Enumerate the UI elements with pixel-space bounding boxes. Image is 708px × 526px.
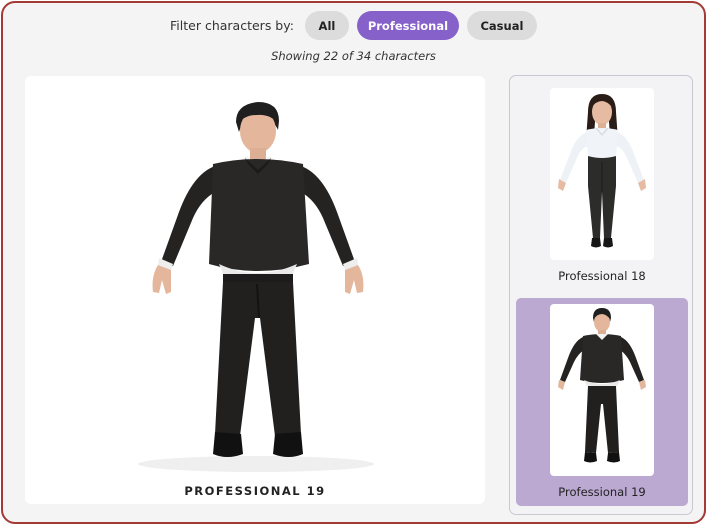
filter-label: Filter characters by:: [170, 18, 294, 33]
results-count: Showing 22 of 34 characters: [271, 49, 436, 63]
thumbnail-image: [550, 304, 654, 476]
filter-all-button[interactable]: All: [304, 11, 349, 40]
character-figure-female: [558, 94, 646, 248]
thumbnail-label: Professional 19: [558, 485, 646, 499]
character-figure-male: [558, 308, 646, 463]
thumbnail-image: [550, 88, 654, 260]
main-character-name: PROFESSIONAL 19: [184, 484, 326, 498]
filter-bar: Filter characters by: All Professional C…: [3, 11, 704, 40]
filter-professional-button[interactable]: Professional: [356, 11, 459, 40]
filter-casual-button[interactable]: Casual: [466, 11, 537, 40]
character-browser: Filter characters by: All Professional C…: [1, 1, 706, 524]
character-thumbnail-list[interactable]: Professional 18 Professional 19: [509, 75, 693, 515]
character-figure-male: [138, 102, 374, 472]
main-preview-card: PROFESSIONAL 19: [25, 76, 485, 504]
thumbnail-item-selected[interactable]: Professional 19: [516, 298, 688, 506]
thumbnail-label: Professional 18: [558, 269, 646, 283]
thumbnail-item[interactable]: Professional 18: [516, 82, 688, 290]
